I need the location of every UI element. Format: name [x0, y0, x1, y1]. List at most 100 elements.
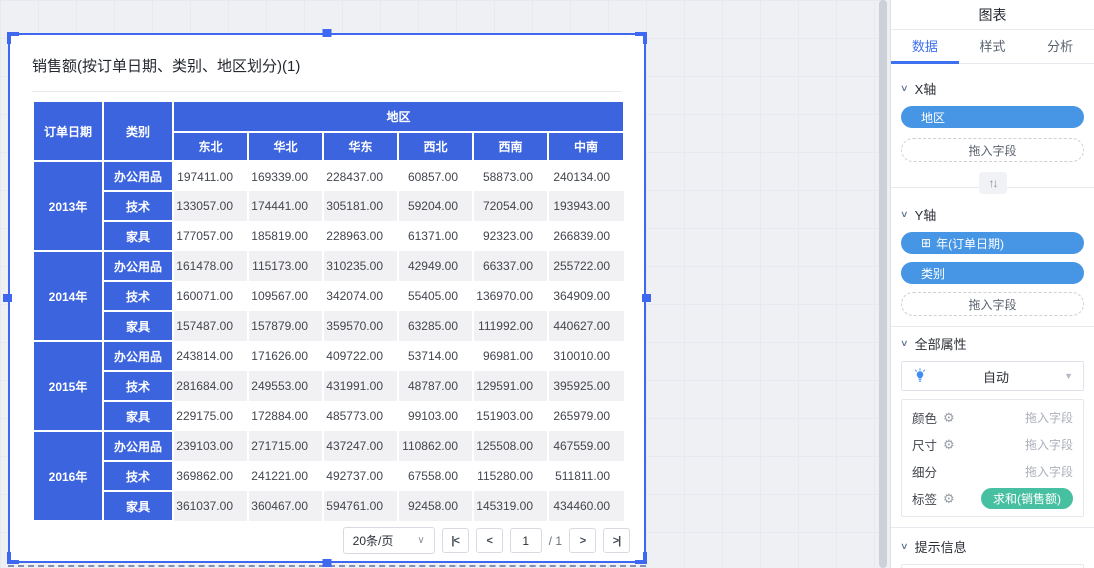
last-page-button[interactable]: >| — [603, 528, 630, 553]
value-cell[interactable]: 485773.00 — [323, 401, 398, 431]
header-region[interactable]: 华东 — [323, 132, 398, 161]
value-cell[interactable]: 92323.00 — [473, 221, 548, 251]
selection-handle-right[interactable] — [642, 294, 651, 302]
canvas-scrollbar[interactable] — [879, 0, 887, 568]
value-cell[interactable]: 172884.00 — [248, 401, 323, 431]
header-region[interactable]: 西北 — [398, 132, 473, 161]
value-cell[interactable]: 437247.00 — [323, 431, 398, 461]
value-cell[interactable]: 133057.00 — [173, 191, 248, 221]
category-cell[interactable]: 技术 — [103, 371, 173, 401]
category-cell[interactable]: 家具 — [103, 401, 173, 431]
year-cell[interactable]: 2014年 — [33, 251, 103, 341]
measure-pill-sum-sales[interactable]: 求和(销售额) — [981, 488, 1073, 509]
category-cell[interactable]: 家具 — [103, 491, 173, 521]
category-cell[interactable]: 办公用品 — [103, 431, 173, 461]
value-cell[interactable]: 174441.00 — [248, 191, 323, 221]
value-cell[interactable]: 197411.00 — [173, 161, 248, 191]
value-cell[interactable]: 111992.00 — [473, 311, 548, 341]
selection-handle-top[interactable] — [323, 29, 332, 37]
value-cell[interactable]: 511811.00 — [548, 461, 624, 491]
value-cell[interactable]: 359570.00 — [323, 311, 398, 341]
value-cell[interactable]: 42949.00 — [398, 251, 473, 281]
value-cell[interactable]: 361037.00 — [173, 491, 248, 521]
selection-corner-top-right[interactable] — [635, 32, 647, 44]
header-region[interactable]: 中南 — [548, 132, 624, 161]
x-axis-drop-zone[interactable]: 拖入字段 — [901, 138, 1084, 162]
category-cell[interactable]: 技术 — [103, 461, 173, 491]
selection-corner-bottom-right[interactable] — [635, 552, 647, 564]
selection-corner-top-left[interactable] — [7, 32, 19, 44]
value-cell[interactable]: 129591.00 — [473, 371, 548, 401]
value-cell[interactable]: 48787.00 — [398, 371, 473, 401]
value-cell[interactable]: 395925.00 — [548, 371, 624, 401]
value-cell[interactable]: 409722.00 — [323, 341, 398, 371]
category-cell[interactable]: 办公用品 — [103, 161, 173, 191]
header-region-group[interactable]: 地区 — [173, 101, 624, 132]
value-cell[interactable]: 431991.00 — [323, 371, 398, 401]
category-cell[interactable]: 技术 — [103, 281, 173, 311]
value-cell[interactable]: 594761.00 — [323, 491, 398, 521]
category-cell[interactable]: 办公用品 — [103, 251, 173, 281]
value-cell[interactable]: 160071.00 — [173, 281, 248, 311]
page-number-input[interactable]: 1 — [510, 528, 542, 553]
value-cell[interactable]: 271715.00 — [248, 431, 323, 461]
page-size-select[interactable]: 20条/页 ∨ — [343, 527, 435, 554]
tooltip-settings-button[interactable]: 设置 — [901, 564, 1084, 568]
value-cell[interactable]: 239103.00 — [173, 431, 248, 461]
header-order-date[interactable]: 订单日期 — [33, 101, 103, 161]
category-cell[interactable]: 家具 — [103, 311, 173, 341]
y-axis-drop-zone[interactable]: 拖入字段 — [901, 292, 1084, 316]
tab-analysis[interactable]: 分析 — [1026, 30, 1094, 63]
table-widget[interactable]: 销售额(按订单日期、类别、地区划分)(1) 订单日期 类别 地区 东北 — [8, 33, 646, 563]
value-cell[interactable]: 145319.00 — [473, 491, 548, 521]
y-axis-section-header[interactable]: ∨ Y轴 — [901, 206, 1084, 222]
tab-style[interactable]: 样式 — [959, 30, 1027, 63]
value-cell[interactable]: 53714.00 — [398, 341, 473, 371]
value-cell[interactable]: 467559.00 — [548, 431, 624, 461]
value-cell[interactable]: 228963.00 — [323, 221, 398, 251]
value-cell[interactable]: 177057.00 — [173, 221, 248, 251]
value-cell[interactable]: 193943.00 — [548, 191, 624, 221]
value-cell[interactable]: 99103.00 — [398, 401, 473, 431]
category-cell[interactable]: 家具 — [103, 221, 173, 251]
header-region[interactable]: 华北 — [248, 132, 323, 161]
value-cell[interactable]: 67558.00 — [398, 461, 473, 491]
value-cell[interactable]: 364909.00 — [548, 281, 624, 311]
value-cell[interactable]: 342074.00 — [323, 281, 398, 311]
value-cell[interactable]: 305181.00 — [323, 191, 398, 221]
value-cell[interactable]: 310010.00 — [548, 341, 624, 371]
value-cell[interactable]: 492737.00 — [323, 461, 398, 491]
category-cell[interactable]: 办公用品 — [103, 341, 173, 371]
next-page-button[interactable]: > — [569, 528, 596, 553]
header-category[interactable]: 类别 — [103, 101, 173, 161]
value-cell[interactable]: 59204.00 — [398, 191, 473, 221]
attr-drop-zone[interactable]: 拖入字段 — [1025, 463, 1073, 480]
first-page-button[interactable]: |< — [442, 528, 469, 553]
value-cell[interactable]: 241221.00 — [248, 461, 323, 491]
selection-handle-left[interactable] — [3, 294, 12, 302]
gear-icon[interactable]: ⚙ — [943, 437, 955, 453]
value-cell[interactable]: 92458.00 — [398, 491, 473, 521]
value-cell[interactable]: 157879.00 — [248, 311, 323, 341]
all-attributes-section-header[interactable]: ∨ 全部属性 — [901, 335, 1084, 351]
chart-type-select[interactable]: 自动 ▼ — [901, 361, 1084, 391]
selection-corner-bottom-left[interactable] — [7, 552, 19, 564]
value-cell[interactable]: 249553.00 — [248, 371, 323, 401]
dashboard-canvas[interactable]: 销售额(按订单日期、类别、地区划分)(1) 订单日期 类别 地区 东北 — [0, 0, 886, 568]
tab-data[interactable]: 数据 — [891, 30, 959, 63]
value-cell[interactable]: 281684.00 — [173, 371, 248, 401]
value-cell[interactable]: 440627.00 — [548, 311, 624, 341]
value-cell[interactable]: 96981.00 — [473, 341, 548, 371]
attr-drop-zone[interactable]: 拖入字段 — [1025, 409, 1073, 426]
value-cell[interactable]: 360467.00 — [248, 491, 323, 521]
value-cell[interactable]: 136970.00 — [473, 281, 548, 311]
value-cell[interactable]: 72054.00 — [473, 191, 548, 221]
value-cell[interactable]: 66337.00 — [473, 251, 548, 281]
value-cell[interactable]: 171626.00 — [248, 341, 323, 371]
value-cell[interactable]: 434460.00 — [548, 491, 624, 521]
value-cell[interactable]: 63285.00 — [398, 311, 473, 341]
tooltip-section-header[interactable]: ∨ 提示信息 — [901, 538, 1084, 554]
value-cell[interactable]: 55405.00 — [398, 281, 473, 311]
header-region[interactable]: 东北 — [173, 132, 248, 161]
swap-axes-button[interactable]: ↑↓ — [979, 172, 1007, 194]
